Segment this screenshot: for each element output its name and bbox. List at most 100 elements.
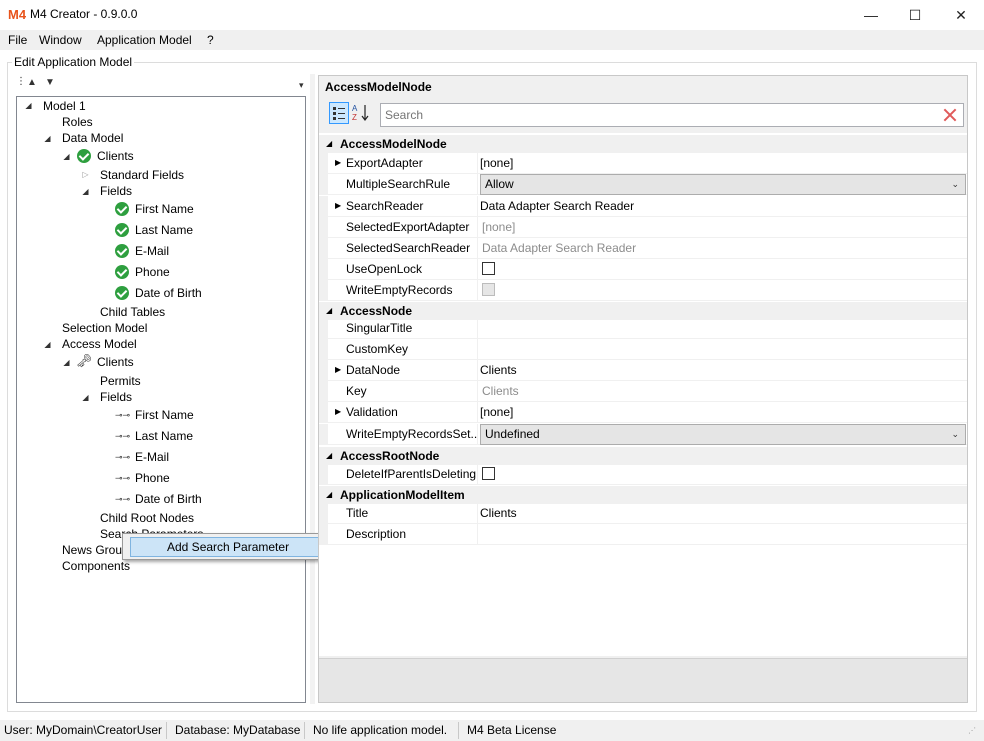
tree-node-selection-model[interactable]: Selection Model	[62, 320, 147, 337]
tree-node-am-field[interactable]: Date of Birth	[135, 491, 202, 508]
collapse-icon[interactable]: ◢	[326, 486, 332, 504]
expand-icon[interactable]: ▷	[81, 170, 90, 179]
collapse-icon[interactable]: ◢	[62, 358, 71, 367]
property-row[interactable]: WriteEmptyRecordsSet... Undefined ⌄	[319, 424, 967, 445]
move-up-icon[interactable]: ▲	[27, 77, 37, 88]
property-row[interactable]: UseOpenLock	[319, 259, 967, 280]
maximize-button[interactable]: ☐	[892, 0, 938, 30]
tree-node-model[interactable]: Model 1	[43, 98, 86, 115]
property-row[interactable]: SingularTitle	[319, 318, 967, 339]
status-bar: User: MyDomain\CreatorUser Database: MyD…	[0, 720, 984, 741]
delete-if-parent-is-deleting-checkbox[interactable]	[482, 467, 495, 480]
tree-node-dm-field[interactable]: First Name	[135, 201, 194, 218]
property-name: Description	[328, 524, 478, 545]
splitter[interactable]	[310, 74, 315, 704]
property-name: CustomKey	[328, 339, 478, 360]
property-name: MultipleSearchRule	[328, 174, 478, 195]
tree-node-am-field[interactable]: Last Name	[135, 428, 193, 445]
menu-window[interactable]: Window	[39, 33, 82, 47]
toolbar-overflow-icon[interactable]: ▾	[299, 80, 304, 91]
property-row[interactable]: WriteEmptyRecords	[319, 280, 967, 301]
property-row[interactable]: MultipleSearchRule Allow ⌄	[319, 174, 967, 195]
category-applicationmodelitem[interactable]: ◢ ApplicationModelItem	[319, 486, 967, 504]
alphabetical-view-button[interactable]: A Z	[351, 102, 371, 124]
property-row[interactable]: Key Clients	[319, 381, 967, 402]
property-value[interactable]	[478, 339, 967, 360]
move-down-icon[interactable]: ▼	[45, 77, 55, 88]
toolbar-grip-icon: ⋮	[16, 76, 26, 87]
tree-node-dm-field[interactable]: Last Name	[135, 222, 193, 239]
tree-node-access-model[interactable]: Access Model	[62, 336, 137, 353]
menu-file[interactable]: File	[8, 33, 27, 47]
write-empty-records-setting-dropdown[interactable]: Undefined ⌄	[480, 424, 966, 445]
tree-node-dm-field[interactable]: Date of Birth	[135, 285, 202, 302]
property-row[interactable]: Title Clients	[319, 503, 967, 524]
categorized-icon	[333, 107, 345, 120]
menu-application-model[interactable]: Application Model	[97, 33, 192, 47]
tree-node-am-clients[interactable]: Clients	[97, 354, 134, 371]
property-row[interactable]: ▶ ExportAdapter [none]	[319, 153, 967, 174]
property-description-pane	[319, 658, 967, 702]
tree-node-data-model[interactable]: Data Model	[62, 130, 123, 147]
property-row[interactable]: ▶ Validation [none]	[319, 402, 967, 423]
tree-node-am-field[interactable]: E-Mail	[135, 449, 169, 466]
minimize-button[interactable]: —	[848, 0, 894, 30]
property-value[interactable]: Clients	[478, 360, 967, 381]
property-value[interactable]: [none]	[478, 153, 967, 174]
tree-node-dm-field[interactable]: E-Mail	[135, 243, 169, 260]
tree-node-am-fields[interactable]: Fields	[100, 389, 132, 406]
tree-node-permits[interactable]: Permits	[100, 373, 141, 390]
menu-help[interactable]: ?	[207, 33, 214, 47]
svg-text:M4: M4	[8, 7, 26, 21]
collapse-icon[interactable]: ◢	[81, 393, 90, 402]
collapse-icon[interactable]: ◢	[326, 135, 332, 153]
collapse-icon[interactable]: ◢	[326, 447, 332, 465]
tree-node-child-root-nodes[interactable]: Child Root Nodes	[100, 510, 194, 527]
tree-node-standard-fields[interactable]: Standard Fields	[100, 167, 184, 184]
property-value[interactable]: Clients	[478, 503, 967, 524]
property-value	[478, 280, 967, 301]
collapse-icon[interactable]: ◢	[62, 152, 71, 161]
property-value[interactable]: [none]	[478, 402, 967, 423]
property-value[interactable]	[478, 524, 967, 545]
write-empty-records-checkbox	[482, 283, 495, 296]
property-row[interactable]: DeleteIfParentIsDeleting	[319, 464, 967, 485]
collapse-icon[interactable]: ◢	[81, 187, 90, 196]
collapse-icon[interactable]: ◢	[43, 134, 52, 143]
category-accessmodelnode[interactable]: ◢ AccessModelNode	[319, 135, 967, 153]
tree-node-child-tables[interactable]: Child Tables	[100, 304, 165, 321]
collapse-icon[interactable]: ◢	[24, 101, 33, 110]
property-row[interactable]: SelectedSearchReader Data Adapter Search…	[319, 238, 967, 259]
clear-search-icon[interactable]	[942, 107, 958, 123]
close-button[interactable]: ✕	[938, 0, 984, 30]
tree-node-dm-clients[interactable]: Clients	[97, 148, 134, 165]
property-search-input[interactable]	[381, 104, 931, 126]
property-name: SelectedSearchReader	[328, 238, 478, 259]
property-row[interactable]: CustomKey	[319, 339, 967, 360]
tree-node-dm-fields[interactable]: Fields	[100, 183, 132, 200]
use-open-lock-checkbox[interactable]	[482, 262, 495, 275]
property-search-box[interactable]	[380, 103, 964, 127]
tree-node-dm-field[interactable]: Phone	[135, 264, 170, 281]
field-key-icon: ⊸⊸	[115, 452, 131, 462]
application-model-tree[interactable]: ◢ Model 1 Roles ◢ Data Model ◢ Clients ▷…	[16, 96, 306, 703]
resize-grip-icon[interactable]: ⋰	[968, 726, 976, 735]
tree-node-roles[interactable]: Roles	[62, 114, 93, 131]
check-icon	[115, 265, 129, 279]
category-accessrootnode[interactable]: ◢ AccessRootNode	[319, 447, 967, 465]
property-row[interactable]: ▶ DataNode Clients	[319, 360, 967, 381]
property-value[interactable]: Data Adapter Search Reader	[478, 196, 967, 217]
collapse-icon[interactable]: ◢	[43, 340, 52, 349]
property-row[interactable]: Description	[319, 524, 967, 545]
property-name: DeleteIfParentIsDeleting	[328, 464, 478, 485]
property-row[interactable]: ▶ SearchReader Data Adapter Search Reade…	[319, 196, 967, 217]
property-value[interactable]	[478, 318, 967, 339]
property-row[interactable]: SelectedExportAdapter [none]	[319, 217, 967, 238]
check-icon	[115, 286, 129, 300]
add-search-parameter-item[interactable]: Add Search Parameter	[130, 537, 335, 557]
categorized-view-button[interactable]	[329, 102, 349, 124]
multiple-search-rule-dropdown[interactable]: Allow ⌄	[480, 174, 966, 195]
tree-node-am-field[interactable]: Phone	[135, 470, 170, 487]
tree-node-am-field[interactable]: First Name	[135, 407, 194, 424]
tree-node-components[interactable]: Components	[62, 558, 130, 575]
